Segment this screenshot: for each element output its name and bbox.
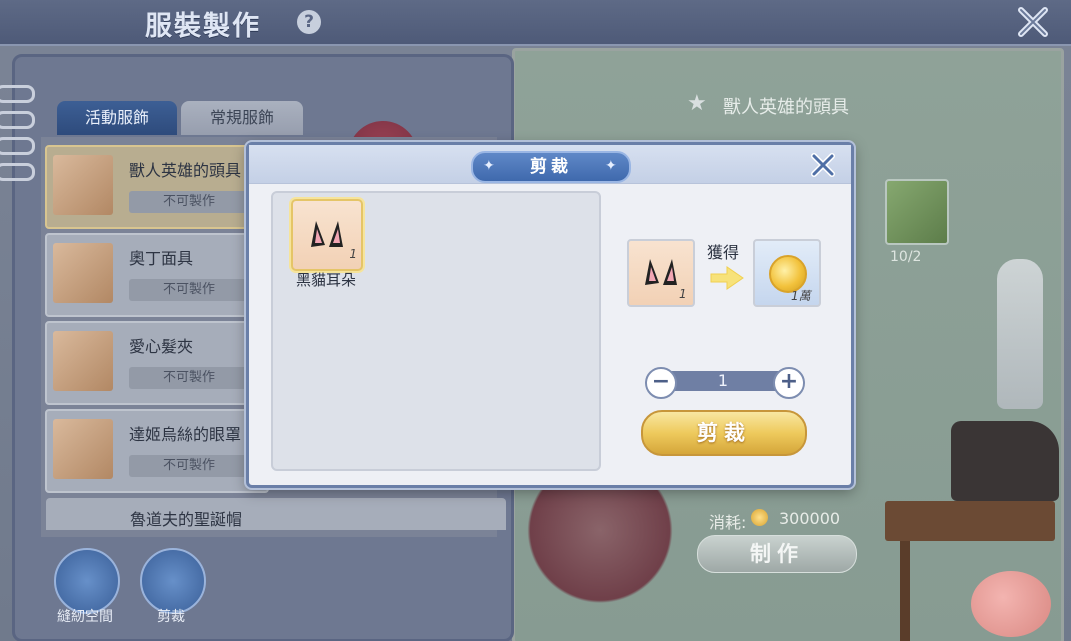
material-qty: 1 [349, 247, 357, 261]
character-illustration [515, 471, 685, 641]
item-thumbnail [53, 243, 113, 303]
item-name: 魯道夫的聖誕帽 [130, 510, 243, 529]
item-name: 奧丁面具 [129, 249, 194, 268]
material-slot[interactable]: 1 [291, 199, 363, 271]
make-button[interactable]: 制作 [697, 535, 857, 573]
item-status: 不可製作 [129, 279, 249, 301]
table-decoration [885, 501, 1055, 541]
item-status: 不可製作 [129, 367, 249, 389]
material-name: 黑貓耳朵 [295, 271, 356, 289]
list-item[interactable]: 獸人英雄的頭具 不可製作 [45, 145, 269, 229]
material-thumbnail[interactable] [885, 179, 949, 245]
output-slot[interactable]: 1萬 [753, 239, 821, 307]
cost-value: 300000 [779, 509, 841, 528]
board-item-name: 獸人英雄的頭具 [723, 97, 849, 118]
sewing-machine-icon [951, 421, 1059, 501]
sparkle-icon: ✦ [605, 158, 617, 174]
item-thumbnail [53, 155, 113, 215]
arrow-right-icon [710, 266, 744, 290]
sewing-room-label: 縫紉空間 [57, 609, 113, 625]
item-name: 獸人英雄的頭具 [129, 161, 242, 180]
quantity-value: 1 [717, 371, 729, 390]
coin-icon [751, 509, 768, 526]
item-status: 不可製作 [129, 191, 249, 213]
material-count: 10/2 [890, 249, 922, 265]
item-thumbnail [53, 419, 113, 479]
dialog-header: ✦ 剪裁 ✦ [249, 145, 851, 184]
obtain-label: 獲得 [707, 243, 740, 262]
board-title-row: ★ 獸人英雄的頭具 [515, 91, 1061, 121]
list-item[interactable]: 愛心髮夾 不可製作 [45, 321, 269, 405]
ring-icon [0, 111, 35, 129]
mannequin-icon [997, 259, 1043, 409]
dialog-title-plate: ✦ 剪裁 ✦ [471, 151, 631, 183]
quantity-stepper: − 1 + [645, 367, 805, 399]
tab-event-costumes[interactable]: 活動服飾 [57, 101, 177, 135]
page-title: 服裝製作 [145, 11, 261, 42]
item-thumbnail [53, 331, 113, 391]
star-icon: ★ [687, 91, 707, 116]
cutting-dialog: ✦ 剪裁 ✦ 1 黑貓耳朵 1 獲得 1萬 − 1 + 剪裁 [246, 142, 854, 488]
cat-ears-icon [645, 259, 677, 285]
pig-mascot-icon [971, 571, 1051, 637]
input-slot[interactable]: 1 [627, 239, 695, 307]
cutting-button[interactable] [140, 548, 206, 614]
cut-button[interactable]: 剪裁 [641, 410, 807, 456]
material-list-panel: 1 黑貓耳朵 [271, 191, 601, 471]
tab-regular-costumes[interactable]: 常規服飾 [181, 101, 303, 135]
item-name: 達姬烏絲的眼罩 [129, 425, 242, 444]
ring-icon [0, 163, 35, 181]
ring-icon [0, 85, 35, 103]
cutting-label: 剪裁 [157, 609, 185, 625]
item-name: 愛心髮夾 [129, 337, 194, 356]
help-icon[interactable]: ? [297, 10, 321, 34]
increase-button[interactable]: + [773, 367, 805, 399]
list-item[interactable] [46, 498, 506, 530]
ring-icon [0, 137, 35, 155]
cost-label: 消耗: [709, 513, 747, 532]
list-item[interactable]: 奧丁面具 不可製作 [45, 233, 269, 317]
output-qty: 1萬 [791, 289, 811, 303]
table-leg [900, 541, 910, 641]
close-icon[interactable] [809, 151, 837, 179]
close-icon[interactable] [1015, 4, 1051, 40]
list-item[interactable]: 達姬烏絲的眼罩 不可製作 [45, 409, 269, 493]
sewing-room-button[interactable] [54, 548, 120, 614]
cat-ears-icon [311, 221, 343, 247]
input-qty: 1 [679, 287, 687, 301]
item-status: 不可製作 [129, 455, 249, 477]
